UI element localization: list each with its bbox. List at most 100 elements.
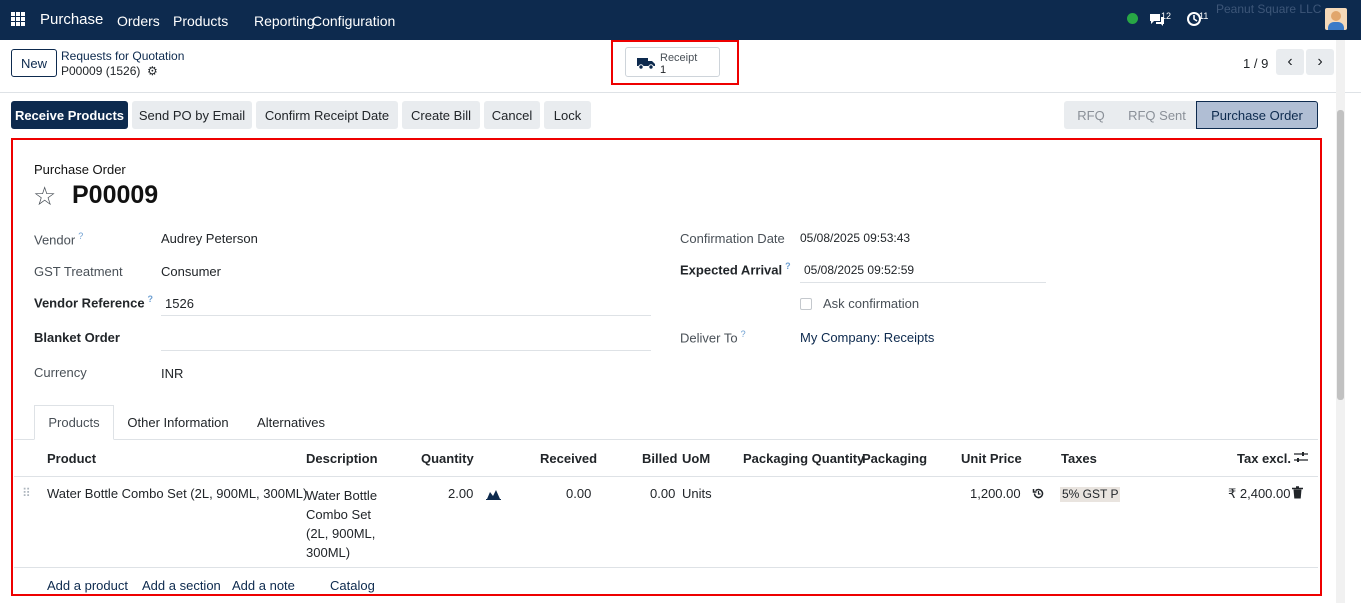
row-unit-price[interactable]: 1,200.00 xyxy=(970,486,1021,501)
expected-arrival-label-text: Expected Arrival xyxy=(680,262,783,278)
menu-products[interactable]: Products xyxy=(173,13,228,29)
pager-value[interactable]: 1 / 9 xyxy=(1243,56,1268,71)
vendor-label-text: Vendor xyxy=(34,232,76,248)
col-description[interactable]: Description xyxy=(306,451,378,466)
ask-confirmation-label: Ask confirmation xyxy=(823,296,920,311)
col-tax-excl[interactable]: Tax excl. xyxy=(1237,451,1291,466)
trash-icon[interactable] xyxy=(1292,486,1303,502)
confirmation-date-field: 05/08/2025 09:53:43 xyxy=(800,231,911,245)
row-description-line: Combo Set xyxy=(306,507,372,522)
vertical-scrollbar[interactable] xyxy=(1336,40,1345,603)
help-icon[interactable]: ? xyxy=(741,329,746,339)
menu-orders[interactable]: Orders xyxy=(117,13,160,29)
row-divider xyxy=(14,567,1318,568)
add-section-link[interactable]: Add a section xyxy=(142,578,221,593)
expected-arrival-label: Expected Arrival? xyxy=(680,261,791,277)
help-icon[interactable]: ? xyxy=(78,231,83,241)
menu-reporting[interactable]: Reporting xyxy=(254,13,315,29)
gst-treatment-label: GST Treatment xyxy=(34,264,123,279)
ask-confirmation-checkbox[interactable] xyxy=(800,298,812,310)
row-uom[interactable]: Units xyxy=(682,486,712,501)
deliver-to-field[interactable]: My Company: Receipts xyxy=(800,330,934,345)
confirm-receipt-date-button[interactable]: Confirm Receipt Date xyxy=(256,101,398,129)
lock-button[interactable]: Lock xyxy=(544,101,591,129)
pager-next-button[interactable]: › xyxy=(1306,49,1334,75)
user-avatar[interactable] xyxy=(1325,8,1347,30)
col-uom[interactable]: UoM xyxy=(682,451,710,466)
gear-icon[interactable]: ⚙ xyxy=(147,64,158,78)
add-product-link[interactable]: Add a product xyxy=(47,578,128,593)
create-bill-button[interactable]: Create Bill xyxy=(402,101,480,129)
help-icon[interactable]: ? xyxy=(148,294,154,304)
col-quantity[interactable]: Quantity xyxy=(421,451,474,466)
col-packaging-quantity[interactable]: Packaging Quantity xyxy=(743,451,864,466)
column-settings-icon[interactable] xyxy=(1294,451,1308,467)
col-product[interactable]: Product xyxy=(47,451,96,466)
status-rfq[interactable]: RFQ xyxy=(1064,101,1118,129)
new-button[interactable]: New xyxy=(11,49,57,77)
send-po-email-button[interactable]: Send PO by Email xyxy=(132,101,252,129)
app-name[interactable]: Purchase xyxy=(40,11,103,28)
col-received[interactable]: Received xyxy=(540,451,597,466)
row-billed: 0.00 xyxy=(650,486,676,501)
row-product[interactable]: Water Bottle Combo Set (2L, 900ML, 300ML… xyxy=(47,486,307,501)
chat-count-badge: 12 xyxy=(1161,11,1172,21)
history-icon[interactable] xyxy=(1032,487,1045,503)
vendor-label: Vendor? xyxy=(34,231,83,247)
receive-products-button[interactable]: Receive Products xyxy=(11,101,128,129)
tab-products[interactable]: Products xyxy=(34,405,114,440)
help-icon[interactable]: ? xyxy=(785,261,791,271)
row-description[interactable]: Water Bottle Combo Set (2L, 900ML, 300ML… xyxy=(306,486,377,562)
row-tax-tag[interactable]: 5% GST P xyxy=(1060,487,1121,502)
cancel-button[interactable]: Cancel xyxy=(484,101,540,129)
status-rfq-sent[interactable]: RFQ Sent xyxy=(1118,101,1196,129)
gst-treatment-field[interactable]: Consumer xyxy=(161,264,221,279)
chevron-left-icon: ‹ xyxy=(1287,53,1293,70)
header-divider xyxy=(14,476,1318,477)
confirmation-date-label: Confirmation Date xyxy=(680,231,785,246)
col-taxes[interactable]: Taxes xyxy=(1061,451,1097,466)
tab-alternatives[interactable]: Alternatives xyxy=(250,405,332,440)
vendor-reference-field[interactable]: 1526 xyxy=(165,296,194,311)
expected-arrival-field[interactable]: 05/08/2025 09:52:59 xyxy=(804,263,914,277)
app-menu-grid-icon[interactable] xyxy=(11,12,25,26)
row-quantity[interactable]: 2.00 xyxy=(448,486,473,501)
deliver-to-label-text: Deliver To xyxy=(680,330,738,346)
blanket-order-field[interactable] xyxy=(161,350,651,351)
top-navbar: Purchase Orders Products Reporting Confi… xyxy=(0,0,1361,40)
breadcrumb-current: P00009 (1526) xyxy=(61,64,141,78)
receipt-count: 1 xyxy=(660,64,667,76)
vendor-field[interactable]: Audrey Peterson xyxy=(161,231,258,246)
forecast-chart-icon[interactable] xyxy=(486,487,501,503)
activity-count-badge: 11 xyxy=(1199,11,1209,21)
catalog-link[interactable]: Catalog xyxy=(330,578,375,593)
currency-field[interactable]: INR xyxy=(161,366,183,381)
vendor-reference-underline xyxy=(161,315,651,316)
expected-arrival-underline xyxy=(800,282,1046,283)
deliver-to-label: Deliver To? xyxy=(680,329,746,345)
status-purchase-order[interactable]: Purchase Order xyxy=(1196,101,1318,129)
row-description-line: Water Bottle xyxy=(306,488,378,503)
add-note-link[interactable]: Add a note xyxy=(232,578,295,593)
company-name: Peanut Square LLC xyxy=(1216,2,1322,16)
row-description-line: (2L, 900ML, xyxy=(306,526,376,541)
col-packaging[interactable]: Packaging xyxy=(862,451,927,466)
row-description-line: 300ML) xyxy=(306,545,351,560)
truck-icon xyxy=(637,56,655,73)
currency-label: Currency xyxy=(34,365,87,380)
tab-other-information[interactable]: Other Information xyxy=(118,405,238,440)
receipt-label: Receipt xyxy=(660,52,698,64)
star-icon[interactable]: ☆ xyxy=(33,183,56,209)
scrollbar-thumb[interactable] xyxy=(1337,110,1344,400)
form-sheet-highlight-frame xyxy=(11,138,1322,596)
breadcrumb-parent[interactable]: Requests for Quotation xyxy=(61,49,184,63)
vendor-reference-label-text: Vendor Reference xyxy=(34,295,145,311)
receipt-smart-button[interactable]: Receipt 1 xyxy=(625,47,720,77)
pager-prev-button[interactable]: ‹ xyxy=(1276,49,1304,75)
col-billed[interactable]: Billed xyxy=(642,451,677,466)
po-number-title: P00009 xyxy=(72,181,159,209)
col-unit-price[interactable]: Unit Price xyxy=(961,451,1022,466)
row-tax-excl: ₹ 2,400.00 xyxy=(1228,486,1291,501)
drag-handle-icon[interactable]: ⠿ xyxy=(22,486,31,500)
menu-configuration[interactable]: Configuration xyxy=(312,13,395,29)
